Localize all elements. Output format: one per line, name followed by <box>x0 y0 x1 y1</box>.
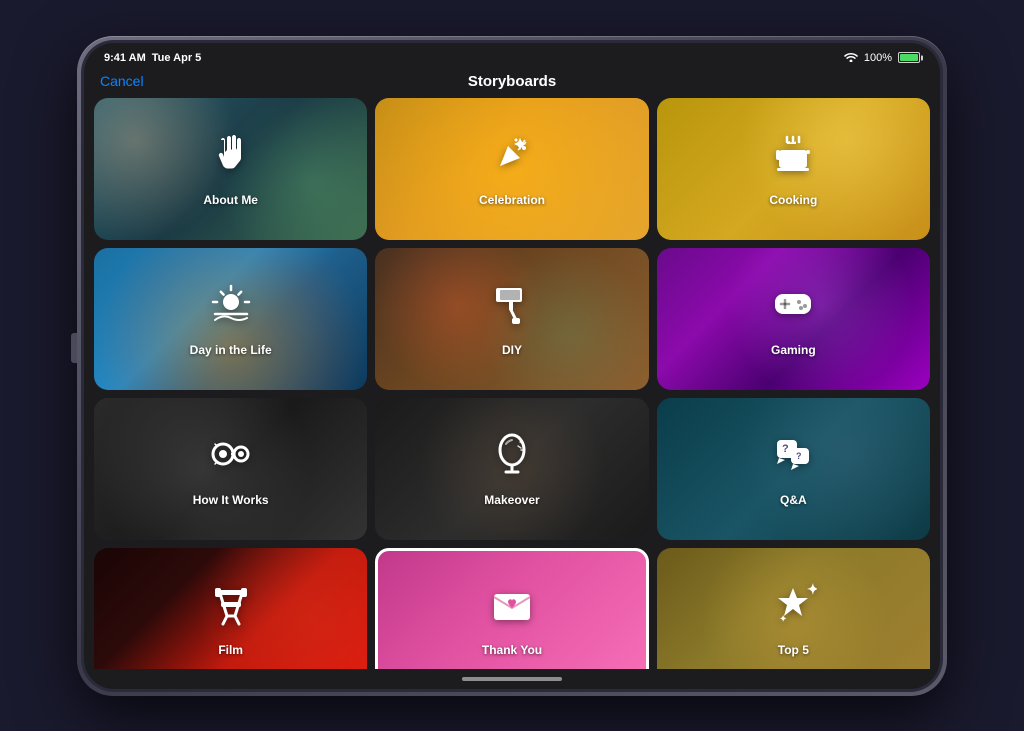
grid-container: About Me <box>84 98 940 669</box>
grid-item-content: How It Works <box>193 430 269 507</box>
top5-label: Top 5 <box>778 643 809 657</box>
grid-item-film[interactable]: Film <box>94 548 367 669</box>
qa-label: Q&A <box>780 493 807 507</box>
status-time: 9:41 AM <box>104 52 146 64</box>
about-me-label: About Me <box>203 193 258 207</box>
grid-item-qa[interactable]: ? ? Q&A <box>657 398 930 540</box>
status-date: Tue Apr 5 <box>152 52 202 64</box>
svg-text:✦: ✦ <box>779 614 787 625</box>
svg-text:?: ? <box>796 451 802 461</box>
envelope-heart-icon <box>488 580 536 635</box>
grid-item-content: Gaming <box>769 280 817 357</box>
grid-item-content: ✦ ✦ Top 5 <box>769 580 817 657</box>
film-label: Film <box>218 643 243 657</box>
ipad-inner: 9:41 AM Tue Apr 5 100% Ca <box>81 40 943 692</box>
side-button[interactable] <box>71 333 77 363</box>
battery-percent: 100% <box>864 52 892 64</box>
wave-icon <box>207 130 255 185</box>
gaming-label: Gaming <box>771 343 816 357</box>
grid-item-content: Cooking <box>769 130 817 207</box>
grid-item-top5[interactable]: ✦ ✦ Top 5 <box>657 548 930 669</box>
thank-you-label: Thank You <box>482 643 542 657</box>
grid-item-gaming[interactable]: Gaming <box>657 248 930 390</box>
storyboard-grid: About Me <box>94 98 930 669</box>
gear-connect-icon <box>207 430 255 485</box>
how-it-works-label: How It Works <box>193 493 269 507</box>
svg-text:✦: ✦ <box>807 581 817 597</box>
grid-item-content: Celebration <box>479 130 545 207</box>
wifi-icon <box>844 51 858 65</box>
diy-label: DIY <box>502 343 522 357</box>
grid-item-day-in-life[interactable]: Day in the Life <box>94 248 367 390</box>
grid-item-content: About Me <box>203 130 258 207</box>
celebration-label: Celebration <box>479 193 545 207</box>
grid-item-content: ? ? Q&A <box>769 430 817 507</box>
grid-item-content: Film <box>207 580 255 657</box>
ipad-device: 9:41 AM Tue Apr 5 100% Ca <box>77 36 947 696</box>
screen: 9:41 AM Tue Apr 5 100% Ca <box>84 43 940 689</box>
paint-roller-icon <box>488 280 536 335</box>
home-indicator <box>84 669 940 689</box>
nav-title: Storyboards <box>468 73 556 90</box>
grid-item-thank-you[interactable]: Thank You <box>375 548 648 669</box>
grid-item-content: Makeover <box>484 430 539 507</box>
mirror-icon <box>488 430 536 485</box>
grid-item-how-it-works[interactable]: How It Works <box>94 398 367 540</box>
battery-fill <box>900 54 918 61</box>
sun-horizon-icon <box>207 280 255 335</box>
director-chair-icon <box>207 580 255 635</box>
home-bar <box>462 677 562 681</box>
grid-item-content: Day in the Life <box>190 280 272 357</box>
grid-item-makeover[interactable]: Makeover <box>375 398 648 540</box>
mic-bubble-icon: ? ? <box>769 430 817 485</box>
makeover-label: Makeover <box>484 493 539 507</box>
grid-item-cooking[interactable]: Cooking <box>657 98 930 240</box>
grid-item-content: DIY <box>488 280 536 357</box>
svg-text:?: ? <box>782 443 789 455</box>
gamepad-icon <box>769 280 817 335</box>
grid-item-content: Thank You <box>482 580 542 657</box>
nav-bar: Cancel Storyboards <box>84 71 940 98</box>
status-bar: 9:41 AM Tue Apr 5 100% <box>84 43 940 71</box>
cancel-button[interactable]: Cancel <box>100 73 144 89</box>
pot-icon <box>769 130 817 185</box>
grid-item-celebration[interactable]: Celebration <box>375 98 648 240</box>
grid-item-diy[interactable]: DIY <box>375 248 648 390</box>
battery-icon <box>898 52 920 63</box>
cooking-label: Cooking <box>769 193 817 207</box>
party-icon <box>488 130 536 185</box>
star-plus-icon: ✦ ✦ <box>769 580 817 635</box>
grid-item-about-me[interactable]: About Me <box>94 98 367 240</box>
status-right: 100% <box>844 51 920 65</box>
day-in-life-label: Day in the Life <box>190 343 272 357</box>
